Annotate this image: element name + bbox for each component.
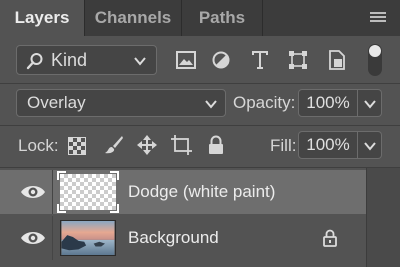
- divider: [0, 125, 400, 126]
- type-filter-icon[interactable]: [251, 50, 269, 70]
- opacity-label: Opacity:: [233, 93, 296, 112]
- panel-menu-icon[interactable]: [370, 12, 386, 24]
- lock-transparent-pixels-icon[interactable]: [68, 137, 86, 155]
- lock-position-icon[interactable]: [137, 135, 157, 155]
- layer-row-background[interactable]: Background: [0, 216, 366, 260]
- layer-thumbnail: [57, 171, 119, 213]
- divider: [0, 83, 400, 84]
- lock-artboard-icon[interactable]: [171, 135, 193, 155]
- smart-object-filter-icon[interactable]: [329, 50, 345, 70]
- divider: [52, 216, 53, 260]
- tab-layers[interactable]: Layers: [0, 0, 85, 36]
- eye-icon[interactable]: [20, 229, 46, 247]
- filter-toggle-switch[interactable]: [368, 44, 382, 76]
- chevron-down-icon: [134, 57, 146, 66]
- lock-label: Lock:: [18, 136, 59, 155]
- tab-channels[interactable]: Channels: [85, 0, 182, 36]
- eye-icon[interactable]: [20, 183, 46, 201]
- lock-all-icon[interactable]: [208, 135, 224, 155]
- fill-label: Fill:: [270, 136, 297, 155]
- search-icon: [26, 53, 43, 70]
- divider: [52, 170, 53, 214]
- fill-dropdown-button[interactable]: [358, 131, 382, 159]
- filter-kind-dropdown[interactable]: Kind: [16, 45, 157, 75]
- layer-name[interactable]: Background: [128, 216, 219, 260]
- filter-kind-label: Kind: [51, 50, 88, 70]
- opacity-input[interactable]: 100%: [298, 89, 358, 117]
- adjustment-filter-icon[interactable]: [212, 51, 230, 69]
- tab-paths[interactable]: Paths: [182, 0, 263, 36]
- divider: [0, 167, 400, 168]
- lock-image-pixels-icon[interactable]: [104, 135, 124, 155]
- chevron-down-icon: [205, 100, 217, 109]
- pixel-filter-icon[interactable]: [176, 51, 196, 69]
- chevron-down-icon: [364, 100, 376, 109]
- opacity-dropdown-button[interactable]: [358, 89, 382, 117]
- layer-thumbnail: [60, 220, 116, 256]
- panel-tab-bar: Layers Channels Paths: [0, 0, 400, 36]
- layer-row-dodge[interactable]: Dodge (white paint): [0, 170, 366, 214]
- blend-mode-value: Overlay: [27, 93, 86, 112]
- lock-icon: [323, 229, 337, 247]
- layer-name[interactable]: Dodge (white paint): [128, 170, 275, 214]
- blend-mode-dropdown[interactable]: Overlay: [16, 89, 226, 117]
- fill-input[interactable]: 100%: [298, 131, 358, 159]
- shape-filter-icon[interactable]: [288, 50, 308, 70]
- chevron-down-icon: [364, 142, 376, 151]
- layers-scrollbar[interactable]: [366, 168, 400, 267]
